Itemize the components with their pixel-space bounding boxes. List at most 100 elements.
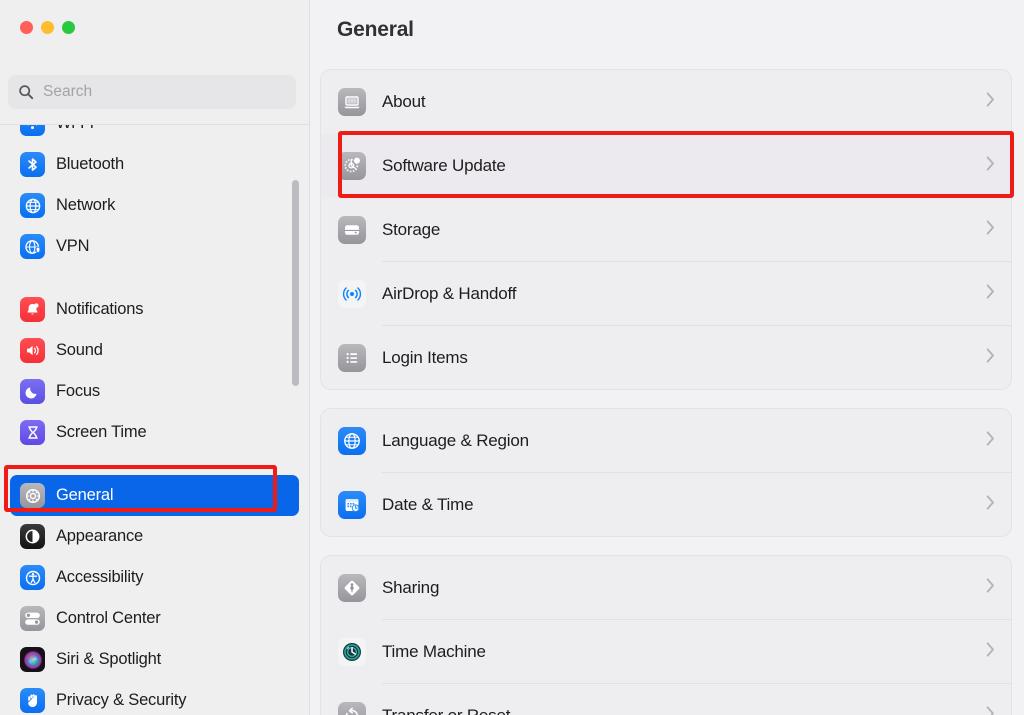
row-date-time[interactable]: Date & Time (321, 473, 1011, 536)
row-label: Software Update (382, 155, 506, 175)
page-title: General (337, 18, 414, 41)
sidebar-item-label: Privacy & Security (56, 691, 187, 709)
wifi-icon (20, 125, 45, 136)
calendar-clock-icon (338, 490, 366, 519)
sidebar-item-privacy-security[interactable]: Privacy & Security (10, 680, 299, 715)
row-software-update[interactable]: Software Update (321, 134, 1011, 197)
sidebar-item-label: General (56, 486, 114, 504)
sidebar-item-vpn[interactable]: VPN (10, 226, 299, 267)
gear-icon (20, 483, 45, 508)
chevron-right-icon (986, 219, 995, 240)
row-storage[interactable]: Storage (321, 198, 1011, 261)
globe-icon (20, 193, 45, 218)
sidebar-item-focus[interactable]: Focus (10, 371, 299, 412)
globe-icon (338, 426, 366, 455)
search-icon (18, 84, 34, 100)
sidebar-item-general[interactable]: General (10, 475, 299, 516)
chevron-right-icon (986, 283, 995, 304)
sidebar-item-label: Wi-Fi (56, 125, 94, 133)
disk-icon (338, 215, 366, 244)
vpn-globe-shield-icon (20, 234, 45, 259)
sidebar-scrollbar[interactable] (292, 180, 299, 386)
search-box[interactable] (8, 75, 296, 109)
search-container (8, 75, 296, 109)
control-center-icon (20, 606, 45, 631)
sidebar-item-appearance[interactable]: Appearance (10, 516, 299, 557)
minimize-button[interactable] (41, 21, 54, 34)
chevron-right-icon (986, 347, 995, 368)
main-content: General About Software Update Storage Ai… (310, 0, 1024, 715)
sidebar-item-siri-spotlight[interactable]: Siri & Spotlight (10, 639, 299, 680)
row-transfer-or-reset[interactable]: Transfer or Reset (321, 684, 1011, 715)
airdrop-icon (338, 279, 366, 308)
sidebar-group-network: Wi-Fi Bluetooth (0, 125, 309, 267)
sidebar-item-label: Sound (56, 341, 103, 359)
row-label: AirDrop & Handoff (382, 283, 517, 303)
row-label: Transfer or Reset (382, 705, 511, 715)
row-label: Login Items (382, 347, 468, 367)
row-sharing[interactable]: Sharing (321, 556, 1011, 619)
sidebar-item-notifications[interactable]: Notifications (10, 289, 299, 330)
sidebar-item-label: Control Center (56, 609, 161, 627)
sidebar: Wi-Fi Bluetooth (0, 0, 310, 715)
gear-badge-icon (338, 151, 366, 180)
settings-groups: About Software Update Storage AirDrop & … (320, 69, 1012, 715)
settings-card: Sharing Time Machine Transfer or Reset (320, 555, 1012, 715)
row-label: Storage (382, 219, 441, 239)
row-login-items[interactable]: Login Items (321, 326, 1011, 389)
row-language-region[interactable]: Language & Region (321, 409, 1011, 472)
row-airdrop-handoff[interactable]: AirDrop & Handoff (321, 262, 1011, 325)
row-label: Sharing (382, 577, 440, 597)
sidebar-scroll-area[interactable]: Wi-Fi Bluetooth (0, 125, 309, 715)
siri-orb-icon (20, 647, 45, 672)
accessibility-icon (20, 565, 45, 590)
hourglass-icon (20, 420, 45, 445)
sidebar-item-network[interactable]: Network (10, 185, 299, 226)
appearance-icon (20, 524, 45, 549)
chevron-right-icon (986, 641, 995, 662)
list-icon (338, 343, 366, 372)
sidebar-item-accessibility[interactable]: Accessibility (10, 557, 299, 598)
row-label: Time Machine (382, 641, 486, 661)
sidebar-item-label: Accessibility (56, 568, 144, 586)
chevron-right-icon (986, 430, 995, 451)
sidebar-item-control-center[interactable]: Control Center (10, 598, 299, 639)
sidebar-item-sound[interactable]: Sound (10, 330, 299, 371)
system-settings-window: Wi-Fi Bluetooth (0, 0, 1024, 715)
sidebar-item-label: Bluetooth (56, 155, 124, 173)
row-label: Language & Region (382, 430, 529, 450)
row-time-machine[interactable]: Time Machine (321, 620, 1011, 683)
sidebar-group-system: Notifications Sound Focus Screen Time (0, 289, 309, 453)
hand-icon (20, 688, 45, 713)
speaker-icon (20, 338, 45, 363)
row-about[interactable]: About (321, 70, 1011, 133)
bluetooth-icon (20, 152, 45, 177)
sidebar-item-bluetooth[interactable]: Bluetooth (10, 144, 299, 185)
sidebar-item-label: Appearance (56, 527, 143, 545)
sidebar-item-screen-time[interactable]: Screen Time (10, 412, 299, 453)
sidebar-group-general: General Appearance Accessibility Control… (0, 475, 309, 715)
row-label: About (382, 91, 426, 111)
settings-card: About Software Update Storage AirDrop & … (320, 69, 1012, 390)
sidebar-item-label: Siri & Spotlight (56, 650, 162, 668)
laptop-icon (338, 87, 366, 116)
zoom-button[interactable] (62, 21, 75, 34)
chevron-right-icon (986, 155, 995, 176)
sharing-icon (338, 573, 366, 602)
reset-icon (338, 701, 366, 715)
sidebar-item-wifi[interactable]: Wi-Fi (10, 125, 299, 144)
close-button[interactable] (20, 21, 33, 34)
search-input[interactable] (43, 83, 286, 101)
chevron-right-icon (986, 705, 995, 715)
row-label: Date & Time (382, 494, 474, 514)
sidebar-item-label: VPN (56, 237, 90, 255)
sidebar-item-label: Notifications (56, 300, 144, 318)
chevron-right-icon (986, 577, 995, 598)
chevron-right-icon (986, 494, 995, 515)
time-machine-icon (338, 637, 366, 666)
settings-card: Language & Region Date & Time (320, 408, 1012, 537)
sidebar-item-label: Focus (56, 382, 100, 400)
chevron-right-icon (986, 91, 995, 112)
